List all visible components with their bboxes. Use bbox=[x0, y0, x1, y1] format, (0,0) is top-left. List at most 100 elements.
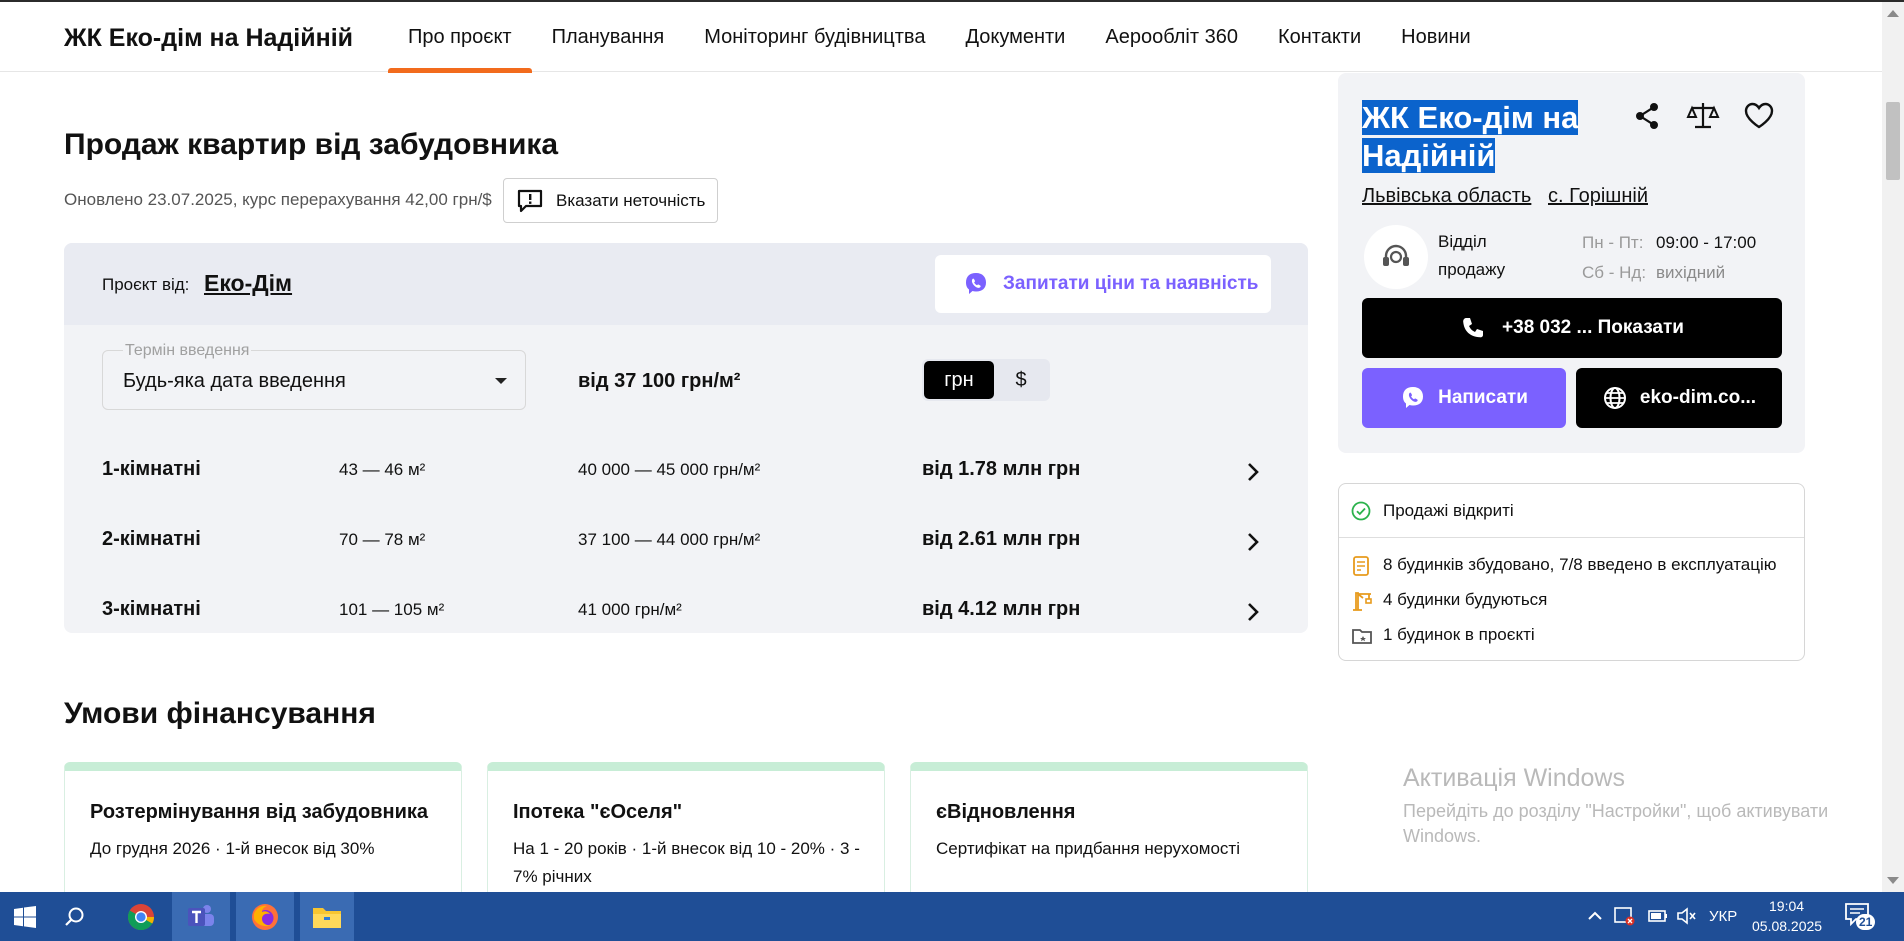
finance-card-evidnovlennia[interactable]: єВідновлення Сертифікат на придбання нер… bbox=[910, 762, 1308, 902]
apartment-row-1room[interactable]: 1-кімнатні 43 — 46 м² 40 000 — 45 000 гр… bbox=[64, 440, 1308, 500]
area-range: 70 — 78 м² bbox=[339, 530, 426, 549]
taskbar-explorer[interactable] bbox=[300, 892, 354, 941]
sale-panel: Проєкт від: Еко-Дім Запитати ціни та ная… bbox=[64, 243, 1308, 633]
watermark-text: Перейдіть до розділу "Настройки", щоб ак… bbox=[1403, 801, 1829, 846]
chevron-right-icon[interactable] bbox=[1246, 602, 1260, 622]
folder-icon bbox=[313, 907, 341, 928]
village-link[interactable]: с. Горішній bbox=[1548, 185, 1648, 208]
report-inaccuracy-button[interactable]: Вказати неточність bbox=[503, 178, 718, 223]
finance-card-title: Розтермінування від забудовника bbox=[90, 801, 429, 823]
write-label: Написати bbox=[1438, 387, 1528, 408]
apartment-row-3room[interactable]: 3-кімнатні 101 — 105 м² 41 000 грн/м² ві… bbox=[64, 580, 1308, 633]
windows-activation-watermark: Активація Windows Перейдіть до розділу "… bbox=[1403, 764, 1843, 849]
notification-count: 21 bbox=[1856, 914, 1876, 930]
firefox-icon bbox=[252, 903, 278, 930]
taskbar-chrome[interactable] bbox=[116, 892, 166, 941]
currency-usd-button[interactable]: $ bbox=[994, 361, 1048, 399]
scroll-up-arrow[interactable] bbox=[1887, 10, 1899, 17]
apartment-row-2room[interactable]: 2-кімнатні 70 — 78 м² 37 100 — 44 000 гр… bbox=[64, 510, 1308, 570]
completion-date-value: Будь-яка дата введення bbox=[123, 370, 346, 392]
completion-date-select[interactable]: Термін введення Будь-яка дата введення bbox=[102, 342, 526, 410]
show-phone-button[interactable]: +38 032 ... Показати bbox=[1362, 298, 1782, 358]
scrollbar-thumb[interactable] bbox=[1886, 102, 1900, 180]
finance-card-desc: Сертифікат на придбання нерухомості bbox=[936, 839, 1240, 858]
taskbar-firefox[interactable] bbox=[236, 892, 294, 941]
min-price-per-m2: від 37 100 грн/м² bbox=[578, 370, 741, 392]
finance-card-mortgage[interactable]: Іпотека "єОселя" На 1 - 20 років · 1-й в… bbox=[487, 762, 885, 902]
show-phone-label: +38 032 ... Показати bbox=[1502, 317, 1684, 338]
input-language[interactable]: УКР bbox=[1709, 908, 1737, 925]
sales-dept-avatar bbox=[1364, 225, 1428, 289]
document-check-icon bbox=[1353, 556, 1369, 576]
title-line-1: ЖК Еко-дім на bbox=[1362, 100, 1579, 135]
nav-layouts[interactable]: Планування bbox=[532, 2, 685, 72]
report-button-label: Вказати неточність bbox=[556, 190, 706, 210]
status-built-text: 8 будинків збудовано, 7/8 введено в експ… bbox=[1383, 555, 1777, 574]
windows-taskbar: УКР 19:04 05.08.2025 21 bbox=[0, 892, 1904, 941]
total-price: від 4.12 млн грн bbox=[922, 598, 1081, 620]
rooms: 3-кімнатні bbox=[102, 598, 201, 620]
nav-about[interactable]: Про проєкт bbox=[388, 2, 532, 73]
teams-icon bbox=[188, 904, 214, 926]
scroll-down-arrow[interactable] bbox=[1887, 877, 1899, 884]
nav-documents[interactable]: Документи bbox=[945, 2, 1085, 72]
nav-news[interactable]: Новини bbox=[1381, 2, 1491, 72]
page-scrollbar[interactable] bbox=[1882, 2, 1904, 892]
viber-icon bbox=[966, 273, 986, 294]
battery-icon[interactable] bbox=[1647, 906, 1669, 926]
total-price: від 2.61 млн грн bbox=[922, 528, 1081, 550]
developer-bar: Проєкт від: Еко-Дім Запитати ціни та ная… bbox=[64, 243, 1308, 325]
finance-card-installment[interactable]: Розтермінування від забудовника До грудн… bbox=[64, 762, 462, 902]
website-label: eko-dim.co... bbox=[1639, 387, 1757, 408]
project-by-label: Проєкт від: bbox=[102, 275, 190, 294]
globe-icon bbox=[1603, 387, 1626, 409]
ask-prices-button[interactable]: Запитати ціни та наявність bbox=[935, 255, 1271, 313]
currency-uah-button[interactable]: грн bbox=[924, 361, 994, 399]
nav-aerial-360[interactable]: Аерообліт 360 bbox=[1085, 2, 1258, 72]
notification-center-button[interactable]: 21 bbox=[1844, 902, 1878, 932]
viber-icon bbox=[1403, 387, 1424, 408]
start-button[interactable] bbox=[0, 892, 50, 941]
chevron-right-icon[interactable] bbox=[1246, 532, 1260, 552]
security-tray-icon[interactable] bbox=[1614, 906, 1636, 926]
taskbar-teams[interactable] bbox=[172, 892, 230, 941]
financing-title: Умови фінансування bbox=[64, 697, 376, 730]
price-per-m2: 41 000 грн/м² bbox=[578, 600, 682, 619]
finance-card-title: єВідновлення bbox=[936, 801, 1076, 823]
volume-muted-icon[interactable] bbox=[1676, 906, 1698, 926]
total-price: від 1.78 млн грн bbox=[922, 458, 1081, 480]
clock-date[interactable]: 05.08.2025 bbox=[1752, 918, 1822, 934]
check-circle-icon bbox=[1351, 501, 1371, 521]
report-icon bbox=[517, 189, 543, 212]
developer-link[interactable]: Еко-Дім bbox=[204, 270, 292, 297]
price-per-m2: 37 100 — 44 000 грн/м² bbox=[578, 530, 761, 549]
show-hidden-icons-chevron[interactable] bbox=[1587, 909, 1603, 923]
watermark-title: Активація Windows bbox=[1403, 764, 1625, 792]
region-link[interactable]: Львівська область bbox=[1362, 185, 1531, 208]
area-range: 43 — 46 м² bbox=[339, 460, 426, 479]
website-button[interactable]: eko-dim.co... bbox=[1576, 368, 1782, 428]
chevron-right-icon[interactable] bbox=[1246, 462, 1260, 482]
folder-icon bbox=[1352, 629, 1372, 644]
write-viber-button[interactable]: Написати bbox=[1362, 368, 1566, 428]
phone-icon bbox=[1463, 318, 1484, 338]
working-hours: Пн - Пт: 09:00 - 17:00 Сб - Нд: вихідний bbox=[1582, 228, 1756, 288]
nav-monitoring[interactable]: Моніторинг будівництва bbox=[684, 2, 945, 72]
share-icon[interactable] bbox=[1630, 99, 1664, 133]
heart-icon[interactable] bbox=[1742, 99, 1776, 133]
brand-title[interactable]: ЖК Еко-дім на Надійній bbox=[64, 24, 353, 53]
headset-icon bbox=[1383, 244, 1409, 266]
nav-contacts[interactable]: Контакти bbox=[1258, 2, 1381, 72]
sales-dept-label: Відділ продажу bbox=[1438, 228, 1518, 284]
windows-logo-icon bbox=[14, 905, 36, 928]
search-button[interactable] bbox=[50, 892, 100, 941]
project-sidebar-card: ЖК Еко-дім на Надійній Львівська область… bbox=[1338, 73, 1805, 453]
clock-time[interactable]: 19:04 bbox=[1769, 898, 1804, 914]
finance-card-desc: На 1 - 20 років · 1-й внесок від 10 - 20… bbox=[513, 839, 860, 886]
compare-scales-icon[interactable] bbox=[1686, 99, 1720, 133]
weekend-label: Сб - Нд: bbox=[1582, 263, 1647, 282]
area-range: 101 — 105 м² bbox=[339, 600, 445, 619]
chrome-icon bbox=[127, 903, 155, 930]
caret-down-icon bbox=[495, 378, 507, 384]
crane-icon bbox=[1353, 592, 1372, 611]
